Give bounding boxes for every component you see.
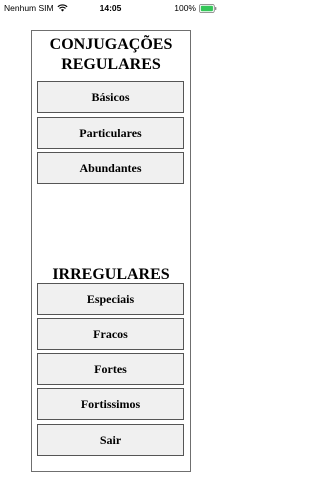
regulares-heading: CONJUGAÇÕES REGULARES — [32, 35, 190, 75]
sair-button[interactable]: Sair — [37, 424, 184, 456]
regulares-heading-line1: CONJUGAÇÕES — [49, 36, 173, 53]
particulares-button[interactable]: Particulares — [37, 117, 184, 149]
fracos-button[interactable]: Fracos — [37, 318, 184, 350]
irregulares-heading: IRREGULARES — [52, 266, 170, 283]
regulares-heading-line2: REGULARES — [61, 56, 161, 73]
status-bar: Nenhum SIM 14:05 100% — [0, 0, 221, 16]
status-right: 100% — [174, 3, 217, 13]
basicos-button[interactable]: Básicos — [37, 81, 184, 113]
abundantes-button[interactable]: Abundantes — [37, 152, 184, 184]
fortissimos-button[interactable]: Fortissimos — [37, 388, 184, 420]
battery-icon — [199, 3, 217, 13]
especiais-button[interactable]: Especiais — [37, 283, 184, 315]
menu-panel: CONJUGAÇÕES REGULARES Básicos Particular… — [31, 30, 191, 472]
fortes-button[interactable]: Fortes — [37, 353, 184, 385]
battery-percent: 100% — [174, 3, 196, 13]
